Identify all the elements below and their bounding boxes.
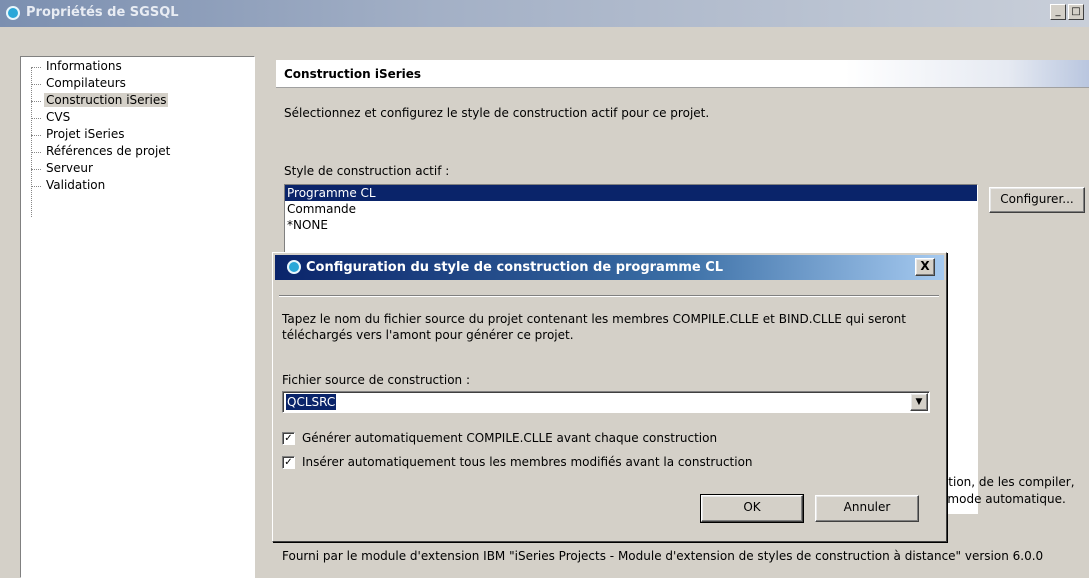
source-file-label: Fichier source de construction : — [282, 373, 470, 387]
source-file-combobox[interactable]: QCLSRC ▼ — [282, 391, 930, 413]
tree-branch — [31, 84, 41, 85]
cancel-button[interactable]: Annuler — [815, 495, 919, 522]
tree-branch — [31, 101, 41, 102]
auto-insert-members-label: Insérer automatiquement tous les membres… — [302, 455, 753, 469]
cl-build-style-dialog: Configuration du style de construction d… — [272, 252, 947, 542]
tree-item-label: Références de projet — [46, 144, 171, 158]
style-item-none[interactable]: *NONE — [285, 217, 977, 233]
source-file-value[interactable]: QCLSRC — [286, 394, 337, 410]
maximize-button[interactable]: □ — [1068, 4, 1084, 20]
style-item-commande[interactable]: Commande — [285, 201, 977, 217]
partial-description-line-1: ration, de les compiler, — [936, 475, 1075, 489]
style-item-programme-cl[interactable]: Programme CL — [285, 185, 977, 201]
plugin-footer: Fourni par le module d'extension IBM "iS… — [282, 549, 1044, 563]
tree-branch — [31, 152, 41, 153]
active-style-label: Style de construction actif : — [284, 164, 450, 178]
panel-description: Sélectionnez et configurez le style de c… — [284, 106, 710, 120]
dialog-app-icon — [287, 260, 301, 274]
tree-item-label: Serveur — [46, 161, 93, 175]
tree-connector — [31, 67, 32, 217]
ok-button[interactable]: OK — [700, 494, 804, 523]
chevron-down-icon[interactable]: ▼ — [910, 393, 928, 411]
tree-item-label: Validation — [46, 178, 106, 192]
dialog-title-bar: Configuration du style de construction d… — [275, 255, 944, 280]
window-title-bar: Propriétés de SGSQL _ □ — [0, 0, 1089, 27]
dialog-description: Tapez le nom du fichier source du projet… — [282, 312, 906, 342]
properties-tree: Informations Compilateurs Construction i… — [20, 56, 255, 578]
tree-item-label: Construction iSeries — [44, 93, 169, 107]
app-icon — [6, 6, 20, 20]
dialog-separator — [279, 295, 939, 297]
tree-branch — [31, 186, 41, 187]
window-title: Propriétés de SGSQL — [26, 5, 179, 20]
tree-branch — [31, 135, 41, 136]
tree-item-label: Compilateurs — [46, 76, 126, 90]
tree-item-label: Projet iSeries — [46, 127, 125, 141]
close-icon[interactable]: X — [915, 258, 935, 276]
auto-generate-compile-checkbox[interactable]: ✓ — [282, 432, 295, 445]
auto-insert-members-checkbox[interactable]: ✓ — [282, 456, 295, 469]
tree-branch — [31, 118, 41, 119]
tree-item-label: Informations — [46, 59, 122, 73]
auto-generate-compile-label: Générer automatiquement COMPILE.CLLE ava… — [302, 431, 718, 445]
configure-button[interactable]: Configurer... — [989, 187, 1085, 213]
dialog-title: Configuration du style de construction d… — [306, 260, 724, 275]
tree-branch — [31, 67, 41, 68]
minimize-button[interactable]: _ — [1050, 4, 1066, 20]
page-title: Construction iSeries — [284, 67, 422, 81]
panel-header: Construction iSeries — [276, 60, 1089, 88]
tree-item-label: CVS — [46, 110, 71, 124]
partial-description-line-2: n mode automatique. — [936, 492, 1066, 506]
tree-branch — [31, 169, 41, 170]
